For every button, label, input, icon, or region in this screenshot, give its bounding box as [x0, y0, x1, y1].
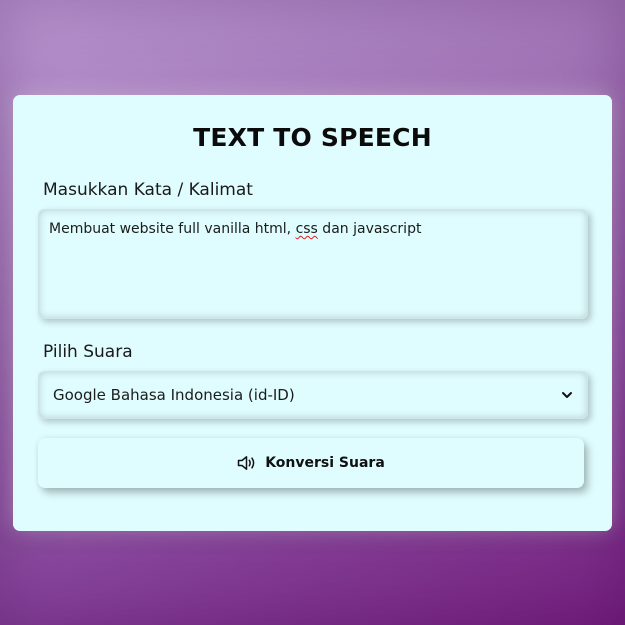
chevron-down-icon: [562, 392, 572, 398]
text-input-label: Masukkan Kata / Kalimat: [43, 180, 253, 200]
speaker-icon: [237, 456, 255, 470]
voice-select[interactable]: Google Bahasa Indonesia (id-ID): [38, 371, 588, 419]
voice-select-label: Pilih Suara: [43, 342, 133, 362]
page-title: TEXT TO SPEECH: [193, 123, 432, 152]
convert-button[interactable]: Konversi Suara: [38, 438, 584, 488]
convert-button-label: Konversi Suara: [265, 455, 385, 471]
spellcheck-word: css: [295, 221, 318, 237]
text-input[interactable]: Membuat website full vanilla html, css d…: [38, 209, 588, 319]
voice-select-value: Google Bahasa Indonesia (id-ID): [53, 386, 295, 404]
text-input-value-part: Membuat website full vanilla html,: [49, 221, 296, 237]
text-input-value-part: dan javascript: [317, 221, 422, 237]
